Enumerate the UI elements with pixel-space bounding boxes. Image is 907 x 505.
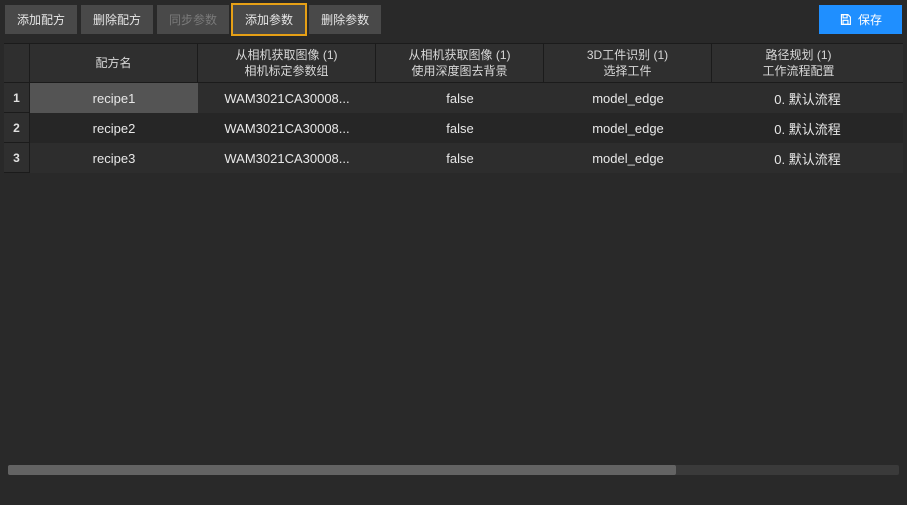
recipe-table: 配方名 从相机获取图像 (1) 相机标定参数组 从相机获取图像 (1) 使用深度… <box>0 39 907 173</box>
cell-recipe-name[interactable]: recipe1 <box>30 83 198 113</box>
cell-workflow-config[interactable]: 0. 默认流程 <box>712 143 903 173</box>
table-header: 配方名 从相机获取图像 (1) 相机标定参数组 从相机获取图像 (1) 使用深度… <box>4 43 903 83</box>
save-icon <box>839 13 852 26</box>
toolbar: 添加配方 删除配方 同步参数 添加参数 删除参数 保存 <box>0 0 907 39</box>
column-depth-bg[interactable]: 从相机获取图像 (1) 使用深度图去背景 <box>376 44 544 82</box>
table-body: 1recipe1WAM3021CA30008...falsemodel_edge… <box>4 83 903 173</box>
column-recipe-name[interactable]: 配方名 <box>30 44 198 82</box>
cell-camera-calib[interactable]: WAM3021CA30008... <box>198 143 376 173</box>
row-index[interactable]: 1 <box>4 83 30 113</box>
horizontal-scrollbar[interactable] <box>8 465 899 475</box>
cell-select-workpiece[interactable]: model_edge <box>544 83 712 113</box>
table-row[interactable]: 3recipe3WAM3021CA30008...falsemodel_edge… <box>4 143 903 173</box>
cell-recipe-name[interactable]: recipe3 <box>30 143 198 173</box>
add-recipe-button[interactable]: 添加配方 <box>5 5 77 34</box>
column-select-workpiece[interactable]: 3D工件识别 (1) 选择工件 <box>544 44 712 82</box>
cell-recipe-name[interactable]: recipe2 <box>30 113 198 143</box>
cell-select-workpiece[interactable]: model_edge <box>544 113 712 143</box>
cell-camera-calib[interactable]: WAM3021CA30008... <box>198 83 376 113</box>
horizontal-scrollbar-thumb[interactable] <box>8 465 676 475</box>
cell-depth-bg[interactable]: false <box>376 83 544 113</box>
column-camera-calib[interactable]: 从相机获取图像 (1) 相机标定参数组 <box>198 44 376 82</box>
cell-camera-calib[interactable]: WAM3021CA30008... <box>198 113 376 143</box>
cell-workflow-config[interactable]: 0. 默认流程 <box>712 113 903 143</box>
row-index[interactable]: 3 <box>4 143 30 173</box>
header-scroll-pad <box>885 44 903 82</box>
save-label: 保存 <box>858 11 882 28</box>
save-button[interactable]: 保存 <box>819 5 902 34</box>
delete-param-button[interactable]: 删除参数 <box>309 5 381 34</box>
cell-depth-bg[interactable]: false <box>376 143 544 173</box>
row-index[interactable]: 2 <box>4 113 30 143</box>
cell-workflow-config[interactable]: 0. 默认流程 <box>712 83 903 113</box>
delete-recipe-button[interactable]: 删除配方 <box>81 5 153 34</box>
add-param-button[interactable]: 添加参数 <box>233 5 305 34</box>
column-workflow-config[interactable]: 路径规划 (1) 工作流程配置 <box>712 44 885 82</box>
table-row[interactable]: 1recipe1WAM3021CA30008...falsemodel_edge… <box>4 83 903 113</box>
header-corner <box>4 44 30 82</box>
sync-params-button: 同步参数 <box>157 5 229 34</box>
table-row[interactable]: 2recipe2WAM3021CA30008...falsemodel_edge… <box>4 113 903 143</box>
cell-depth-bg[interactable]: false <box>376 113 544 143</box>
cell-select-workpiece[interactable]: model_edge <box>544 143 712 173</box>
